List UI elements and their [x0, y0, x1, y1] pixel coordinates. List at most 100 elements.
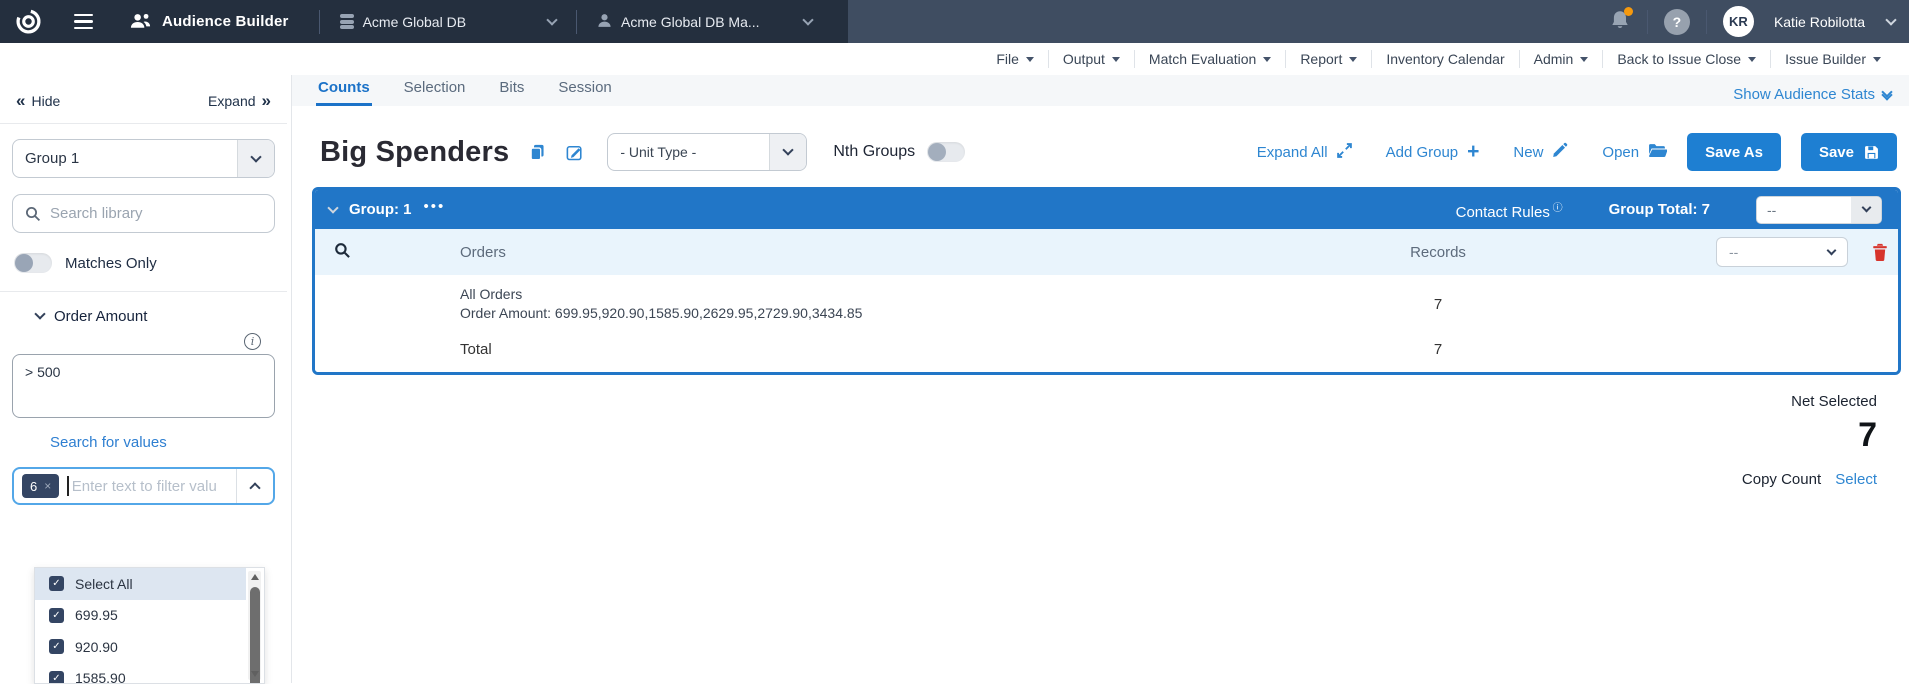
- user-avatar[interactable]: KR: [1723, 6, 1754, 37]
- tab-selection[interactable]: Selection: [402, 73, 468, 106]
- group-select-value: Group 1: [13, 150, 91, 167]
- save-as-label: Save As: [1705, 144, 1763, 161]
- menu-item-output[interactable]: Output: [1048, 50, 1134, 68]
- database-selector[interactable]: Acme Global DB: [334, 14, 562, 30]
- tab-bits[interactable]: Bits: [497, 73, 526, 106]
- matches-only-toggle[interactable]: [14, 253, 52, 273]
- value-option[interactable]: ✓ 1585.90: [35, 663, 246, 684]
- dropdown-scrollbar[interactable]: [248, 571, 261, 680]
- show-audience-stats-link[interactable]: Show Audience Stats: [1733, 86, 1891, 106]
- audience-toolbar: Big Spenders - Unit Type - Nth Groups Ex…: [320, 133, 1897, 171]
- topbar-divider: [1647, 10, 1648, 34]
- unit-type-select[interactable]: - Unit Type -: [607, 133, 807, 171]
- save-floppy-icon: [1864, 145, 1879, 160]
- criteria-textarea[interactable]: > 500: [12, 354, 275, 418]
- menubar: File Output Match Evaluation Report Inve…: [0, 43, 1909, 75]
- search-for-values-link[interactable]: Search for values: [50, 434, 167, 451]
- checkbox-checked-icon[interactable]: ✓: [49, 639, 64, 654]
- checkbox-checked-icon[interactable]: ✓: [49, 576, 64, 591]
- scroll-down-arrow-icon[interactable]: [251, 671, 259, 677]
- value-option[interactable]: ✓ 699.95: [35, 600, 246, 632]
- chevron-down-icon[interactable]: [1885, 14, 1896, 25]
- audience-db-selector-value: Acme Global DB Ma...: [621, 14, 760, 30]
- help-icon[interactable]: ?: [1664, 9, 1690, 35]
- selected-count-chip[interactable]: 6 ×: [22, 474, 59, 498]
- contact-rules-label: Contact Rules: [1456, 204, 1550, 221]
- checkbox-checked-icon[interactable]: ✓: [49, 608, 64, 623]
- search-library-placeholder: Search library: [50, 205, 143, 222]
- nth-groups-toggle[interactable]: [927, 142, 965, 162]
- value-option-label: 1585.90: [75, 670, 126, 684]
- menu-item-inventory-calendar[interactable]: Inventory Calendar: [1371, 50, 1518, 68]
- save-as-button[interactable]: Save As: [1687, 133, 1781, 171]
- scrollbar-thumb[interactable]: [250, 587, 260, 684]
- hide-panel-button[interactable]: «Hide: [16, 91, 66, 111]
- scroll-up-arrow-icon[interactable]: [251, 574, 259, 580]
- chevron-down-icon: [250, 151, 261, 162]
- expand-label: Expand: [208, 93, 255, 109]
- group-dropdown[interactable]: --: [1756, 196, 1882, 224]
- expand-all-button[interactable]: Expand All: [1257, 143, 1352, 162]
- audience-people-icon: [129, 12, 152, 32]
- notifications-bell-icon[interactable]: [1609, 9, 1631, 34]
- app-logo-icon[interactable]: [14, 8, 42, 36]
- checkbox-checked-icon[interactable]: ✓: [49, 671, 64, 684]
- tab-session[interactable]: Session: [556, 73, 613, 106]
- save-button[interactable]: Save: [1801, 133, 1897, 171]
- menu-item-match-evaluation[interactable]: Match Evaluation: [1134, 50, 1285, 68]
- menu-item-label: Inventory Calendar: [1386, 51, 1504, 67]
- value-filter-input[interactable]: 6 × Enter text to filter valu: [12, 467, 275, 505]
- search-icon: [25, 206, 41, 222]
- chevron-down-icon: [34, 308, 45, 319]
- contact-rules-link[interactable]: Contact Rules ⓘ: [1456, 199, 1563, 221]
- edit-icon[interactable]: [566, 144, 583, 161]
- menu-item-admin[interactable]: Admin: [1519, 50, 1603, 68]
- add-group-button[interactable]: Add Group +: [1386, 144, 1480, 161]
- nth-groups-label: Nth Groups: [833, 143, 915, 161]
- tab-strip: Counts Selection Bits Session Show Audience…: [292, 75, 1909, 106]
- value-option[interactable]: ✓ 920.90: [35, 631, 246, 663]
- search-icon[interactable]: [334, 242, 351, 259]
- menu-item-report[interactable]: Report: [1285, 50, 1371, 68]
- caret-down-icon: [1873, 57, 1881, 62]
- info-icon[interactable]: i: [244, 333, 261, 350]
- menu-item-label: Match Evaluation: [1149, 51, 1256, 67]
- expand-panel-button[interactable]: Expand »: [202, 91, 271, 111]
- menu-item-label: Back to Issue Close: [1617, 51, 1741, 67]
- group-menu-icon[interactable]: •••: [424, 198, 446, 215]
- tabs: Counts Selection Bits Session: [316, 75, 614, 106]
- menu-item-label: Issue Builder: [1785, 51, 1866, 67]
- open-button[interactable]: Open: [1602, 143, 1667, 162]
- audience-db-selector[interactable]: Acme Global DB Ma...: [591, 13, 818, 31]
- menu-item-issue-builder[interactable]: Issue Builder: [1770, 50, 1895, 68]
- copy-icon[interactable]: [529, 144, 546, 161]
- collapse-left-icon: «: [16, 91, 25, 110]
- total-records: 7: [1288, 341, 1588, 358]
- menu-item-label: Report: [1300, 51, 1342, 67]
- chevron-up-icon: [249, 482, 260, 493]
- search-library-input[interactable]: Search library: [12, 194, 275, 233]
- field-order-amount[interactable]: Order Amount: [36, 308, 275, 325]
- top-bar-left-section: Audience Builder Acme Global DB Acme Glo…: [0, 0, 848, 43]
- table-row[interactable]: All Orders Order Amount: 699.95,920.90,1…: [315, 275, 1898, 329]
- column-header-orders[interactable]: Orders: [460, 244, 1288, 261]
- group-select[interactable]: Group 1: [12, 139, 275, 178]
- text-cursor: [67, 476, 69, 496]
- chip-remove-icon[interactable]: ×: [44, 479, 51, 493]
- new-button[interactable]: New: [1513, 142, 1568, 162]
- delete-trash-icon[interactable]: [1872, 243, 1888, 261]
- expand-right-icon: »: [262, 91, 271, 110]
- caret-down-icon: [1349, 57, 1357, 62]
- collapse-dropdown-button[interactable]: [236, 469, 273, 503]
- row-dropdown[interactable]: --: [1716, 237, 1848, 267]
- tab-counts[interactable]: Counts: [316, 73, 372, 106]
- copy-count-select-link[interactable]: Select: [1835, 471, 1877, 488]
- collapse-group-chevron-icon[interactable]: [327, 202, 338, 213]
- menu-item-back-to-issue-close[interactable]: Back to Issue Close: [1602, 50, 1770, 68]
- library-sidebar: «Hide Expand» Group 1 Search library Mat…: [0, 75, 292, 683]
- menu-item-file[interactable]: File: [982, 50, 1048, 68]
- column-header-records[interactable]: Records: [1288, 244, 1588, 261]
- value-option[interactable]: ✓ Select All: [35, 568, 246, 600]
- table-total-row: Total 7: [315, 329, 1898, 372]
- hamburger-menu-icon[interactable]: [74, 14, 93, 30]
